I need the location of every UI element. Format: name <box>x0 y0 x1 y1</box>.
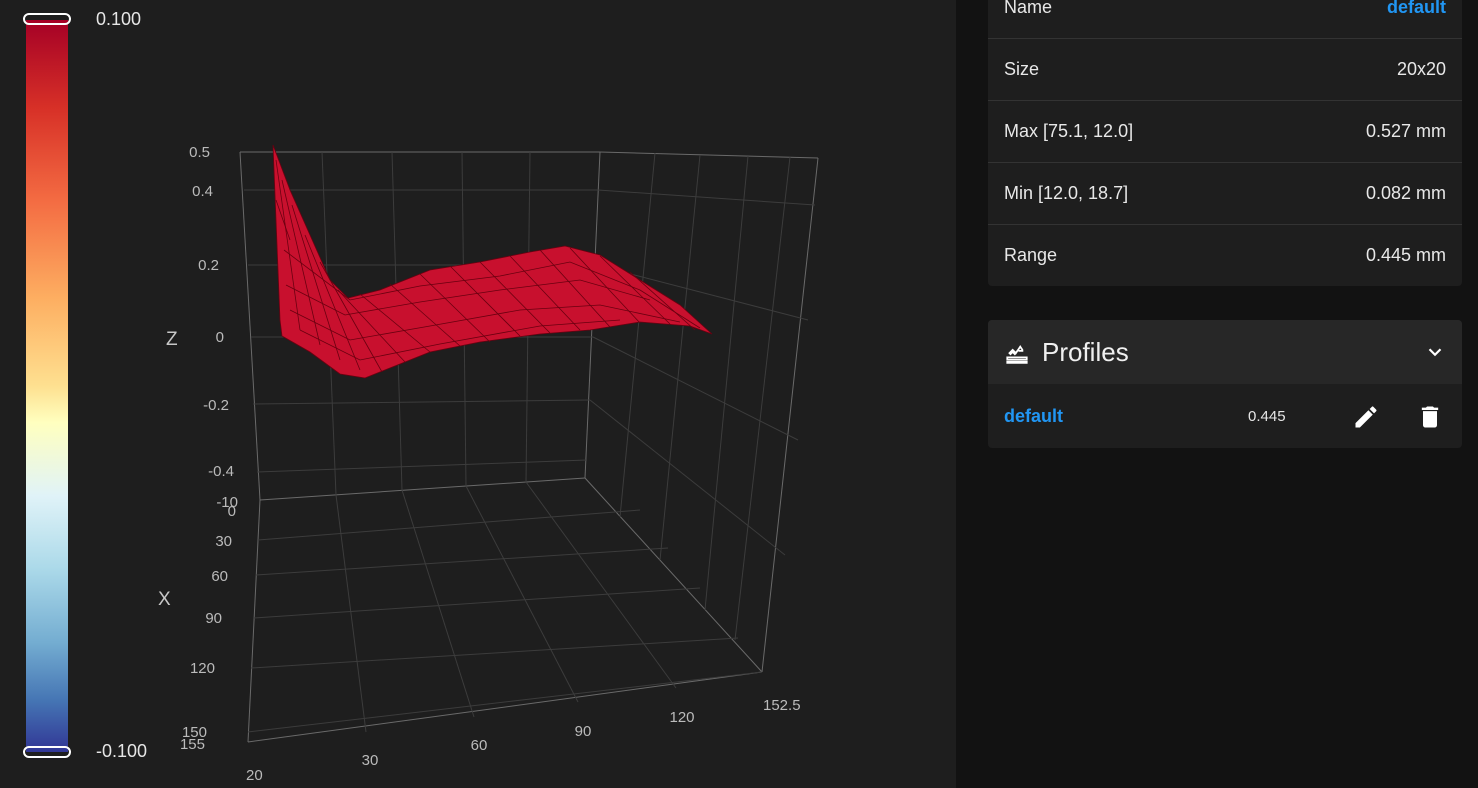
info-value: 0.445 mm <box>1365 245 1446 265</box>
profiles-card: Profiles default 0.445 <box>988 320 1462 448</box>
info-label: Max [75.1, 12.0] <box>1004 121 1134 141</box>
mesh-3d-plot[interactable]: Z X 0.5 0.4 0.2 0 -0.2 -0.4 -10 0 30 60 … <box>0 0 956 788</box>
mesh-surface <box>272 144 713 379</box>
mesh-info-card: Name default Size 20x20 Max [75.1, 12.0]… <box>988 0 1462 286</box>
info-value-name: default <box>1386 0 1446 17</box>
x-tick: 155 <box>180 736 205 753</box>
chevron-down-icon[interactable] <box>1424 341 1446 363</box>
info-row-range: Range 0.445 mm <box>988 224 1462 286</box>
z-tick: -0.4 <box>208 463 234 480</box>
z-tick: 0 <box>216 329 224 346</box>
profile-range: 0.445 <box>1248 407 1286 425</box>
info-value: 0.082 mm <box>1365 183 1446 203</box>
x-tick: 30 <box>215 533 232 550</box>
z-tick: -0.2 <box>203 397 229 414</box>
profile-name[interactable]: default <box>1004 406 1063 427</box>
info-row-max: Max [75.1, 12.0] 0.527 mm <box>988 100 1462 162</box>
mesh-plot-panel[interactable]: 0.100 -0.100 Z X 0.5 0.4 0.2 0 -0.2 -0.4… <box>0 0 956 788</box>
x-tick: 90 <box>205 610 222 627</box>
info-value: 20x20 <box>1396 59 1446 79</box>
y-tick: 30 <box>362 752 379 769</box>
x-axis-title: X <box>158 589 171 610</box>
info-label: Range <box>1004 245 1058 265</box>
profiles-title: Profiles <box>1042 336 1129 367</box>
layers-stack-icon <box>1006 345 1028 364</box>
x-tick: 0 <box>228 503 236 520</box>
x-tick: 60 <box>211 568 228 585</box>
info-label: Size <box>1004 59 1040 79</box>
info-label: Name <box>1004 0 1053 17</box>
z-tick: 0.4 <box>192 183 213 200</box>
edit-icon[interactable] <box>1352 403 1380 431</box>
y-tick: 60 <box>471 737 488 754</box>
z-tick: 0.2 <box>198 257 219 274</box>
y-tick: 20 <box>246 767 263 784</box>
y-tick: 90 <box>575 723 592 740</box>
info-row-size: Size 20x20 <box>988 38 1462 100</box>
y-tick: 152.5 <box>763 697 801 714</box>
z-tick: 0.5 <box>189 144 210 161</box>
info-row-min: Min [12.0, 18.7] 0.082 mm <box>988 162 1462 224</box>
y-tick: 120 <box>669 709 694 726</box>
delete-icon[interactable] <box>1416 403 1444 431</box>
profiles-header[interactable]: Profiles <box>988 320 1462 384</box>
z-axis-title: Z <box>166 329 178 350</box>
info-value: 0.527 mm <box>1365 121 1446 141</box>
mesh-info-panel: Name default Size 20x20 Max [75.1, 12.0]… <box>956 0 1478 788</box>
profile-row[interactable]: default 0.445 <box>988 384 1462 448</box>
info-label: Min [12.0, 18.7] <box>1004 183 1129 203</box>
info-row-name: Name default <box>988 0 1462 38</box>
x-tick: 120 <box>190 660 215 677</box>
